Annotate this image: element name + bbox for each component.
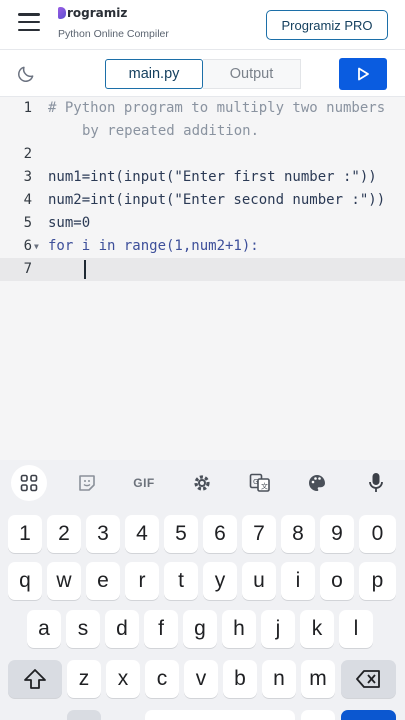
key-g[interactable]: g (183, 610, 217, 648)
space-key[interactable] (145, 710, 295, 720)
shift-key[interactable] (8, 660, 62, 698)
apps-icon[interactable] (11, 465, 47, 501)
palette-icon[interactable] (300, 468, 334, 498)
code-line: 3 num1=int(input("Enter first number :")… (0, 166, 405, 189)
fold-arrow-icon[interactable]: ▼ (34, 235, 39, 258)
key-m[interactable]: m (301, 660, 335, 698)
key-7[interactable]: 7 (242, 515, 276, 553)
key-j[interactable]: j (261, 610, 295, 648)
shift-icon (24, 669, 46, 689)
brand-logo: rogramiz (58, 6, 169, 20)
key-r[interactable]: r (125, 562, 159, 600)
key-3[interactable]: 3 (86, 515, 120, 553)
key-c[interactable]: c (145, 660, 179, 698)
code-text: num1=int(input("Enter first number :")) (48, 169, 377, 185)
moon-icon[interactable] (16, 64, 36, 84)
key-5[interactable]: 5 (164, 515, 198, 553)
line-number: 5 (23, 215, 32, 231)
editor-toolbar: main.py Output (0, 50, 405, 97)
on-screen-keyboard: GIF G文 1 2 3 4 5 6 7 8 9 0 q w e r t y u… (0, 460, 405, 720)
code-text: # Python program to multiply two numbers (48, 100, 386, 116)
key-6[interactable]: 6 (203, 515, 237, 553)
code-line: 6 ▼ for i in range(1,num2+1): (0, 235, 405, 258)
mic-icon[interactable] (359, 468, 393, 498)
code-line: 4 num2=int(input("Enter second number :"… (0, 189, 405, 212)
key-x[interactable]: x (106, 660, 140, 698)
key-9[interactable]: 9 (320, 515, 354, 553)
translate-icon[interactable]: G文 (243, 468, 277, 498)
programiz-pro-button[interactable]: Programiz PRO (266, 10, 388, 40)
code-text: num2=int(input("Enter second number :")) (48, 192, 386, 208)
line-number: 4 (23, 192, 32, 208)
keyboard-toolbar: GIF G文 (0, 460, 405, 506)
key-0[interactable]: 0 (359, 515, 396, 553)
svg-text:文: 文 (261, 482, 268, 491)
code-line: 5 sum=0 (0, 212, 405, 235)
code-line: 1 # Python program to multiply two numbe… (0, 97, 405, 120)
key-1[interactable]: 1 (8, 515, 42, 553)
brand-subtitle: Python Online Compiler (58, 28, 169, 40)
code-text: by repeated addition. (82, 123, 260, 139)
key-d[interactable]: d (105, 610, 139, 648)
line-number: 3 (23, 169, 32, 185)
key-4[interactable]: 4 (125, 515, 159, 553)
key-b[interactable]: b (223, 660, 257, 698)
key-u[interactable]: u (242, 562, 276, 600)
tab-main-py[interactable]: main.py (105, 59, 203, 89)
code-line: 2 (0, 143, 405, 166)
programiz-logo-icon (58, 7, 66, 19)
key-o[interactable]: o (320, 562, 354, 600)
key-z[interactable]: z (67, 660, 101, 698)
key-e[interactable]: e (86, 562, 120, 600)
line-number: 2 (23, 146, 32, 162)
gear-icon[interactable] (185, 468, 219, 498)
key-y[interactable]: y (203, 562, 237, 600)
key-w[interactable]: w (47, 562, 81, 600)
svg-text:G: G (253, 478, 258, 486)
key-p[interactable]: p (359, 562, 396, 600)
key-i[interactable]: i (281, 562, 315, 600)
sticker-icon[interactable] (70, 468, 104, 498)
code-text: sum=0 (48, 215, 91, 231)
key-k[interactable]: k (300, 610, 334, 648)
key-s[interactable]: s (66, 610, 100, 648)
symbols-key[interactable] (67, 710, 101, 720)
brand[interactable]: rogramiz Python Online Compiler (58, 6, 169, 40)
app-header: rogramiz Python Online Compiler Programi… (0, 0, 405, 50)
key-t[interactable]: t (164, 562, 198, 600)
line-number: 6 (23, 238, 32, 254)
gif-button[interactable]: GIF (127, 468, 161, 498)
line-number: 1 (23, 100, 32, 116)
period-key[interactable] (301, 710, 335, 720)
tab-output[interactable]: Output (203, 59, 301, 89)
key-v[interactable]: v (184, 660, 218, 698)
text-cursor (84, 260, 86, 279)
key-q[interactable]: q (8, 562, 42, 600)
run-button[interactable] (339, 58, 387, 90)
enter-key[interactable] (341, 710, 396, 720)
code-line-active: 7 (0, 258, 405, 281)
key-f[interactable]: f (144, 610, 178, 648)
key-a[interactable]: a (27, 610, 61, 648)
menu-icon[interactable] (18, 13, 40, 31)
code-editor[interactable]: 1 # Python program to multiply two numbe… (0, 97, 405, 460)
brand-name: rogramiz (67, 6, 128, 20)
backspace-icon (355, 670, 380, 688)
backspace-key[interactable] (341, 660, 396, 698)
key-n[interactable]: n (262, 660, 296, 698)
line-number: 7 (23, 261, 32, 277)
key-l[interactable]: l (339, 610, 373, 648)
code-text: for i in range(1,num2+1): (48, 238, 259, 254)
key-h[interactable]: h (222, 610, 256, 648)
play-icon (358, 67, 369, 81)
key-2[interactable]: 2 (47, 515, 81, 553)
key-8[interactable]: 8 (281, 515, 315, 553)
code-line-wrapped: by repeated addition. (0, 120, 405, 143)
